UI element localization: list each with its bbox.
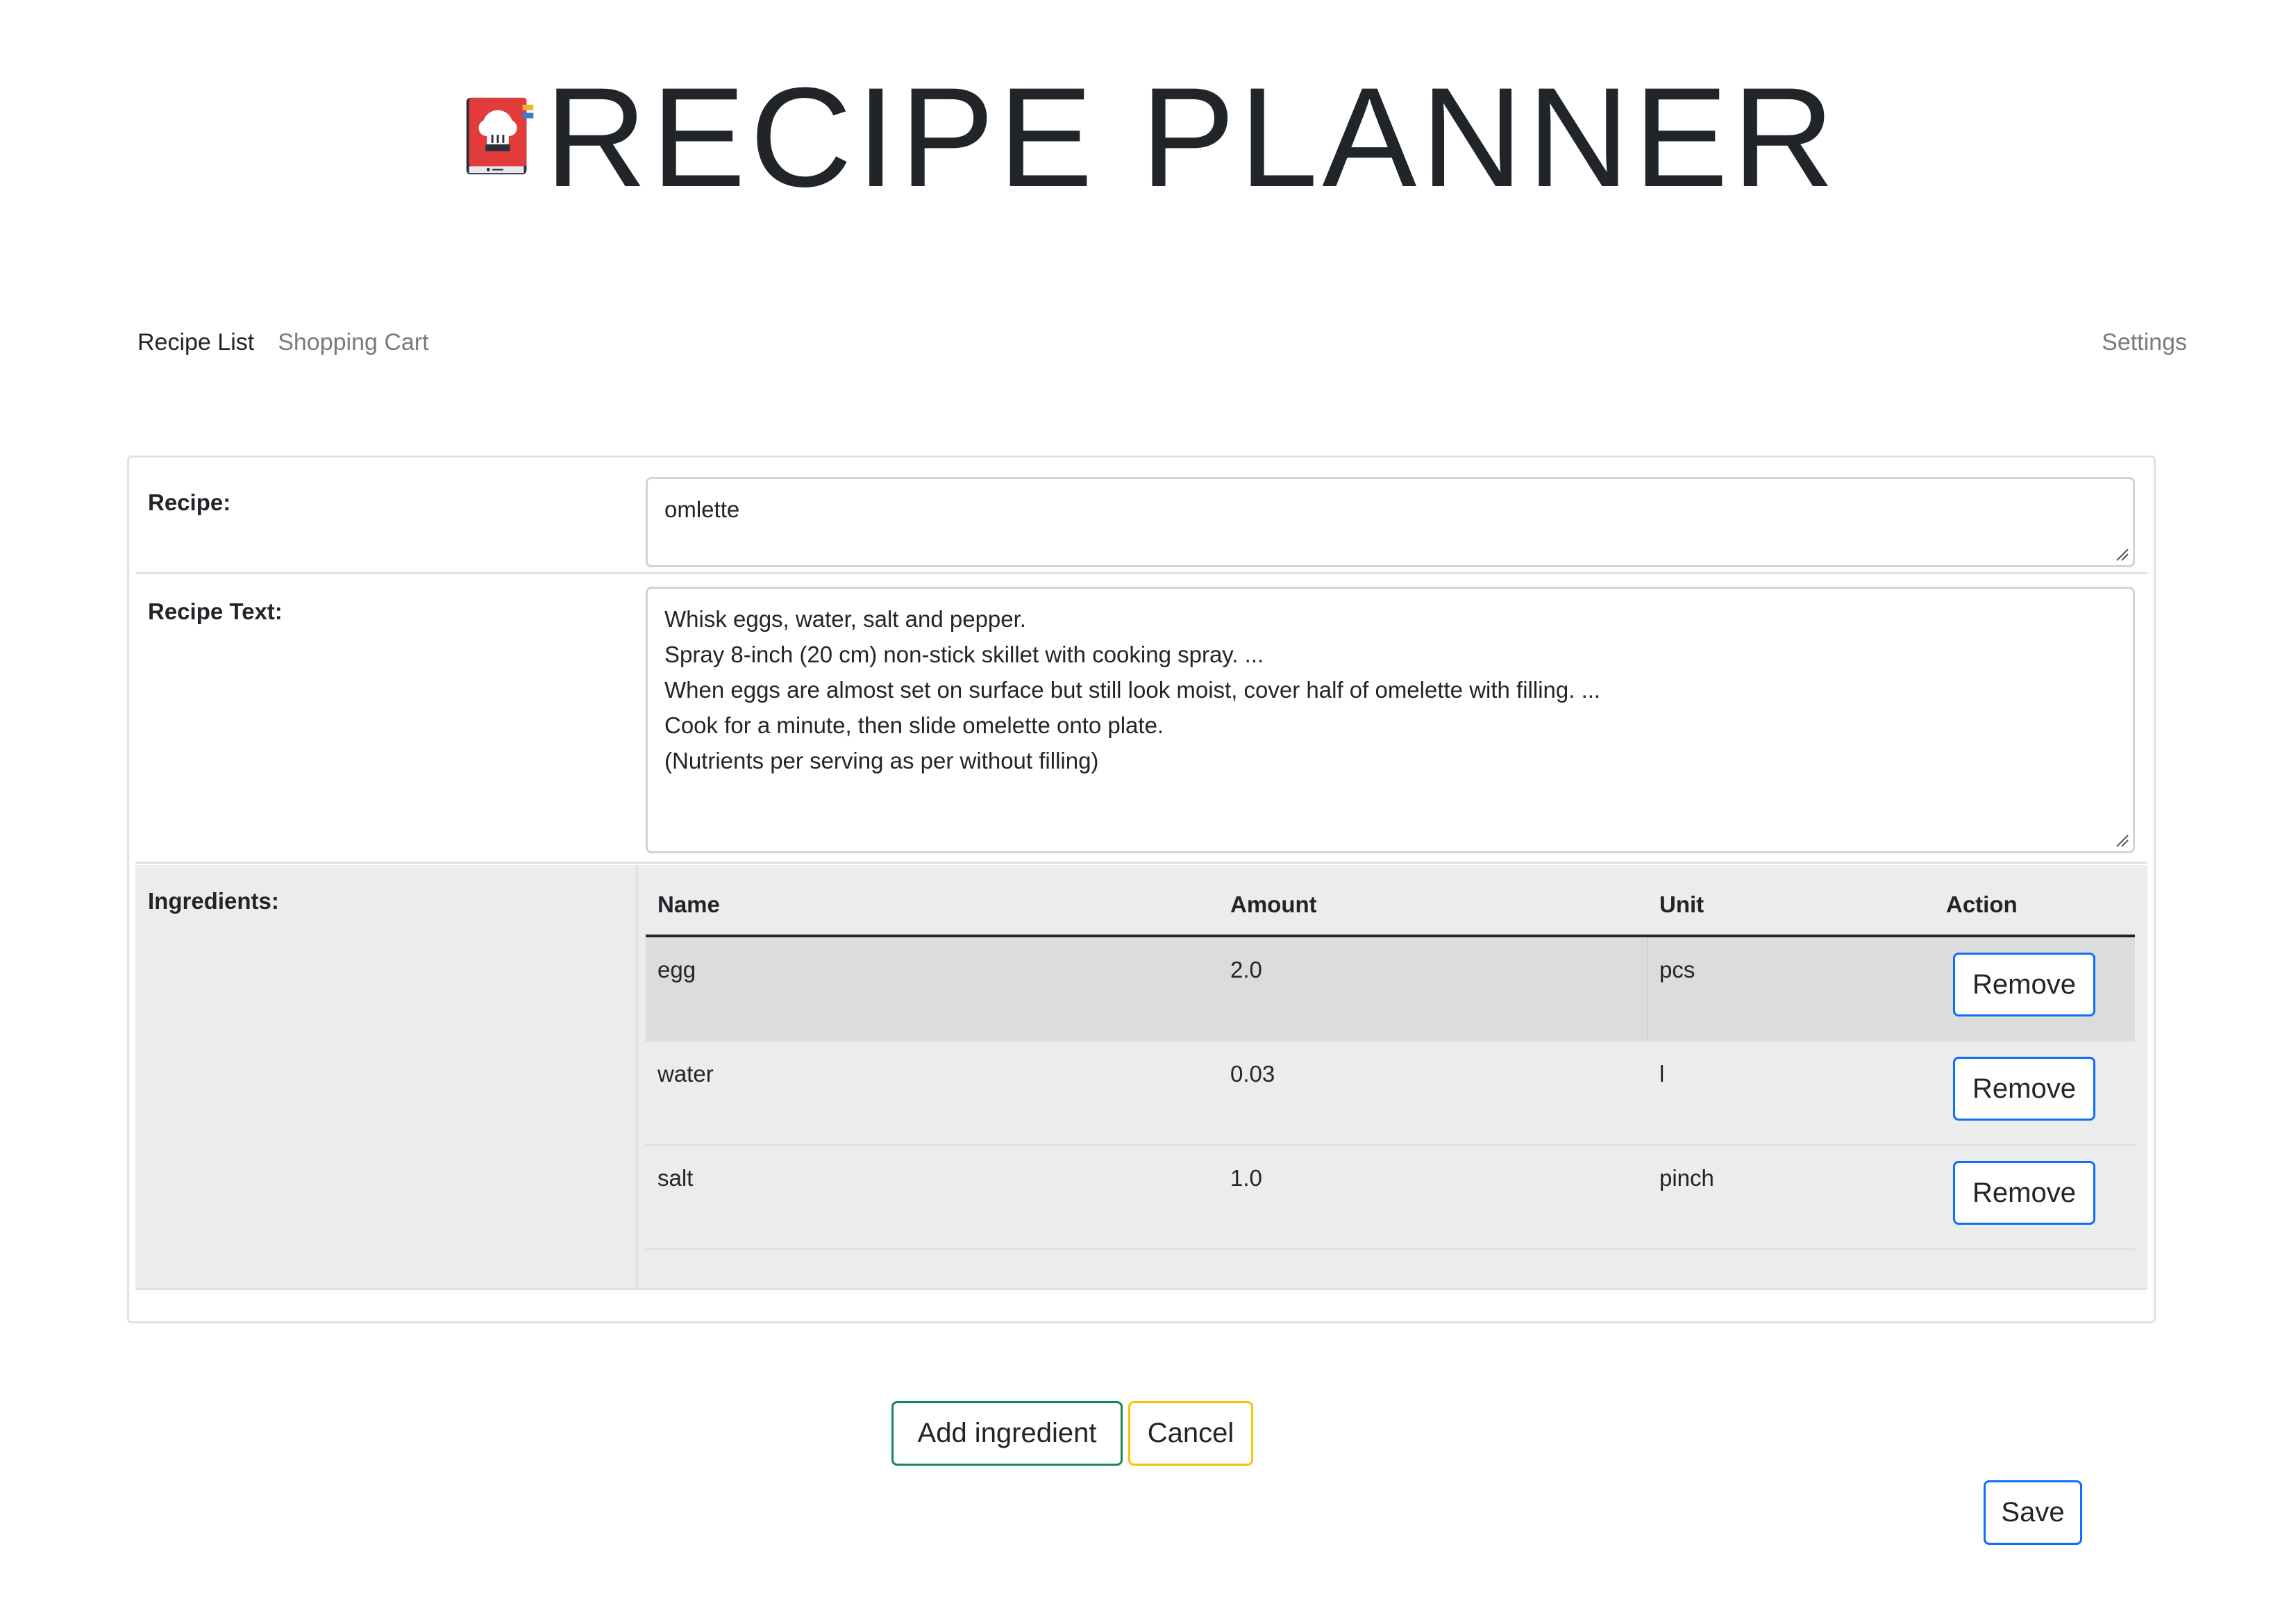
recipe-name-row: Recipe:	[135, 467, 2147, 574]
resize-grip-icon[interactable]	[2114, 546, 2129, 562]
table-row: egg 2.0 pcs Remove	[646, 937, 2135, 1041]
column-header-amount: Amount	[1230, 891, 1317, 917]
recipe-book-icon	[466, 97, 533, 175]
recipe-text-row: Recipe Text:	[135, 576, 2147, 864]
app-header: RECIPE PLANNER	[0, 67, 2296, 208]
top-nav: Recipe List Shopping Cart Settings	[137, 329, 2187, 356]
app-title: RECIPE PLANNER	[544, 58, 1839, 217]
recipe-name-input[interactable]	[646, 477, 2135, 567]
recipe-text-label: Recipe Text:	[148, 598, 283, 624]
recipe-text-input[interactable]	[646, 587, 2135, 853]
nav-shopping-cart[interactable]: Shopping Cart	[278, 329, 428, 356]
ingredient-amount: 1.0	[1230, 1165, 1262, 1191]
remove-button[interactable]: Remove	[1953, 1057, 2095, 1121]
table-header: Name Amount Unit Action	[646, 865, 2135, 937]
resize-grip-icon[interactable]	[2114, 832, 2129, 848]
cancel-button[interactable]: Cancel	[1128, 1401, 1253, 1466]
ingredients-column-divider	[636, 865, 637, 1289]
ingredient-name: salt	[657, 1165, 694, 1191]
column-header-unit: Unit	[1659, 891, 1704, 917]
ingredient-unit: pinch	[1659, 1165, 1714, 1191]
ingredient-name: egg	[657, 957, 696, 982]
column-header-name: Name	[657, 891, 720, 917]
table-row: salt 1.0 pinch Remove	[646, 1146, 2135, 1250]
remove-button[interactable]: Remove	[1953, 953, 2095, 1016]
ingredient-unit: pcs	[1659, 957, 1695, 982]
save-button[interactable]: Save	[1984, 1480, 2082, 1545]
recipe-form-card: Recipe: Recipe Text: Ingredients: Name A…	[127, 455, 2156, 1323]
remove-button[interactable]: Remove	[1953, 1161, 2095, 1225]
ingredients-table: Name Amount Unit Action egg 2.0 pcs Remo…	[646, 865, 2135, 1250]
nav-settings[interactable]: Settings	[2102, 329, 2187, 356]
ingredients-row: Ingredients: Name Amount Unit Action egg…	[135, 865, 2147, 1290]
add-ingredient-button[interactable]: Add ingredient	[891, 1401, 1123, 1466]
ingredient-unit: l	[1659, 1061, 1665, 1087]
nav-recipe-list[interactable]: Recipe List	[137, 329, 254, 356]
ingredient-amount: 2.0	[1230, 957, 1262, 982]
column-header-action: Action	[1946, 891, 2018, 917]
ingredients-label: Ingredients:	[148, 888, 279, 914]
recipe-label: Recipe:	[148, 489, 231, 515]
cell-divider	[1647, 937, 1648, 1040]
ingredient-name: water	[657, 1061, 714, 1087]
table-row: water 0.03 l Remove	[646, 1041, 2135, 1146]
ingredient-amount: 0.03	[1230, 1061, 1275, 1087]
